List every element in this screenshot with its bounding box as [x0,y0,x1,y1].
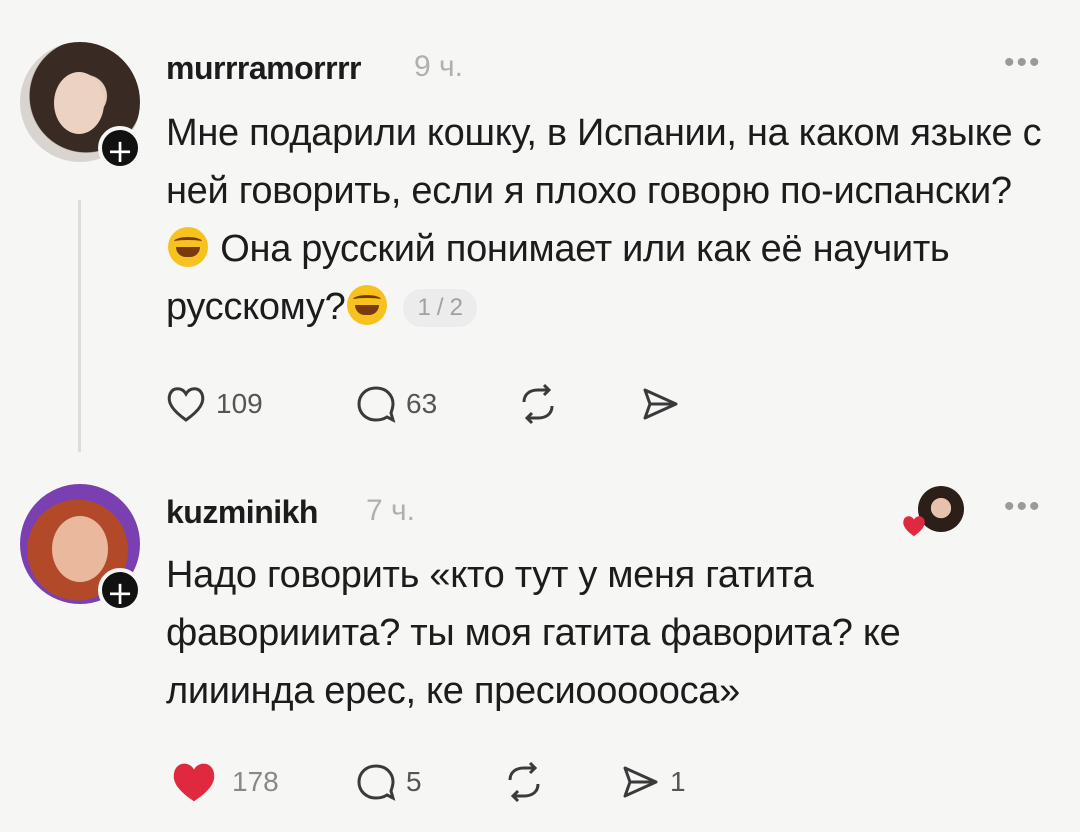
comment-button[interactable]: 5 [354,758,422,806]
heart-icon [167,387,205,422]
comment-button[interactable]: 63 [354,380,437,428]
share-button[interactable] [638,380,690,428]
comment-icon [357,764,396,801]
rofl-emoji-icon [347,285,388,325]
author-like-heart-icon [903,516,925,537]
username[interactable]: kuzminikh [166,494,318,531]
like-count: 109 [216,388,263,419]
page-indicator: 1 / 2 [403,289,477,327]
repost-icon [508,761,540,803]
post-text: Мне подарили кошку, в Испании, на каком … [166,104,1046,336]
comment-icon [357,386,396,423]
follow-plus-icon[interactable]: + [98,568,142,612]
follow-plus-icon[interactable]: + [98,126,142,170]
username[interactable]: murrramorrrr [166,50,361,87]
repost-button[interactable] [516,380,560,428]
repost-button[interactable] [502,758,546,806]
heart-icon [173,763,215,802]
share-icon [643,388,678,420]
comment-count: 63 [406,388,438,419]
post-time: 9 ч. [414,50,463,83]
more-icon[interactable]: ••• [1004,490,1042,524]
more-icon[interactable]: ••• [1004,46,1042,80]
share-button[interactable]: 1 [618,758,686,806]
post-time: 7 ч. [366,494,415,527]
post-murrramorrrr: + murrramorrrr 9 ч. ••• Мне подарили кош… [0,0,1080,470]
share-icon [623,766,658,798]
share-count: 1 [670,766,686,797]
post-text-part: Она русский понимает или как её научить … [166,228,950,328]
repost-icon [522,383,554,425]
like-count: 178 [232,766,279,797]
like-button[interactable]: 178 [164,758,279,806]
post-kuzminikh: + kuzminikh 7 ч. ••• Надо говорить «кто … [0,470,1080,832]
comment-count: 5 [406,766,422,797]
rofl-emoji-icon [168,227,208,267]
thread-line [78,200,81,452]
post-text-part: Мне подарили кошку, в Испании, на каком … [166,112,1042,212]
like-button[interactable]: 109 [164,380,263,428]
post-text: Надо говорить «кто тут у меня гатита фав… [166,554,901,712]
